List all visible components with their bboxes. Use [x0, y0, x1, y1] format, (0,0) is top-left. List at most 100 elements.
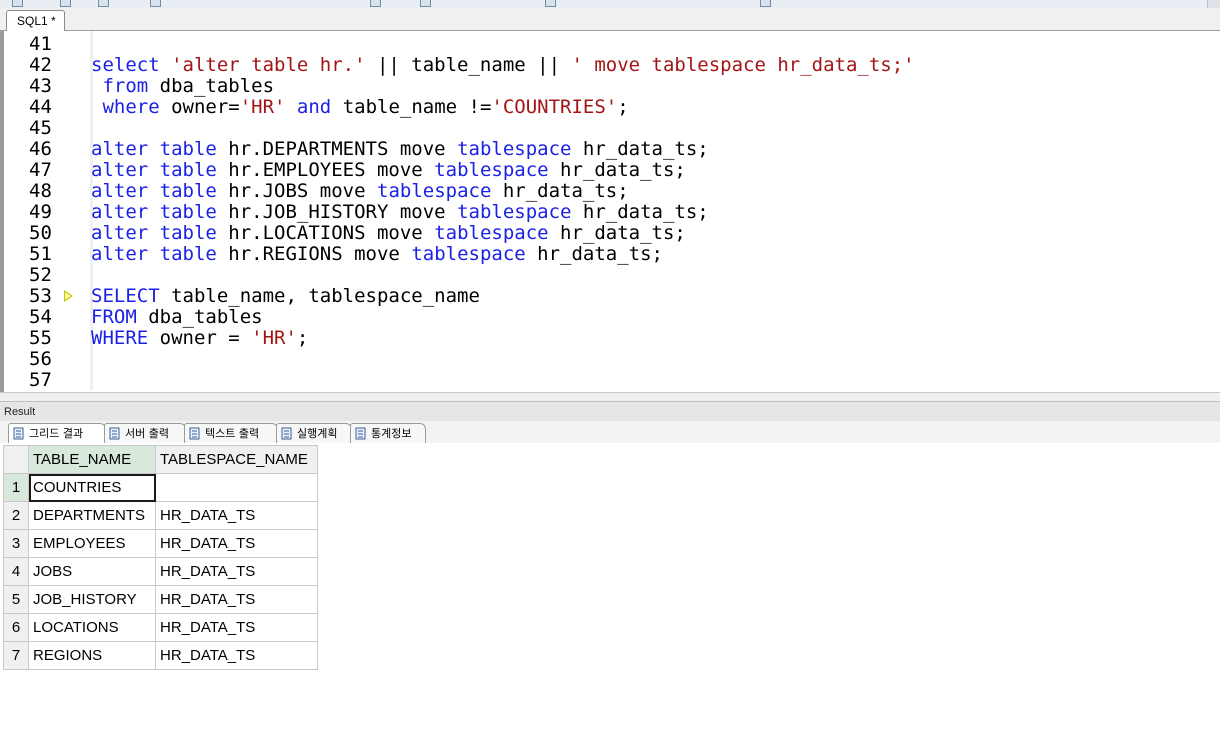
- code-line[interactable]: 44 where owner='HR' and table_name !='CO…: [4, 97, 1204, 118]
- code-text[interactable]: alter table hr.REGIONS move tablespace h…: [91, 244, 663, 265]
- result-tab[interactable]: 통계정보: [350, 423, 426, 443]
- row-number[interactable]: 7: [3, 641, 29, 670]
- table-row[interactable]: 5 JOB_HISTORY HR_DATA_TS: [3, 585, 318, 614]
- code-text[interactable]: alter table hr.JOB_HISTORY move tablespa…: [91, 202, 709, 223]
- toolbar-icon[interactable]: [545, 0, 556, 7]
- cell-tablespace-name[interactable]: [155, 473, 318, 502]
- line-number: 44: [29, 96, 52, 118]
- column-header-table-name[interactable]: TABLE_NAME: [28, 445, 156, 474]
- code-text[interactable]: alter table hr.DEPARTMENTS move tablespa…: [91, 139, 709, 160]
- cell-table-name[interactable]: LOCATIONS: [28, 613, 156, 642]
- table-row[interactable]: 2 DEPARTMENTS HR_DATA_TS: [3, 501, 318, 530]
- sql-token: owner=: [171, 96, 240, 118]
- row-number[interactable]: 4: [3, 557, 29, 586]
- execution-plan-icon: [281, 427, 292, 440]
- result-tab[interactable]: 텍스트 출력: [184, 423, 278, 443]
- toolbar-icon[interactable]: [150, 0, 161, 7]
- code-line[interactable]: 41: [4, 34, 1204, 55]
- toolbar-icon[interactable]: [60, 0, 71, 7]
- result-tab[interactable]: 서버 출력: [104, 423, 186, 443]
- line-number: 42: [29, 54, 52, 76]
- sql-token: hr.DEPARTMENTS move: [228, 138, 458, 160]
- code-line[interactable]: 49 alter table hr.JOB_HISTORY move tables…: [4, 202, 1204, 223]
- line-number: 49: [29, 201, 52, 223]
- row-number[interactable]: 3: [3, 529, 29, 558]
- line-number: 50: [29, 222, 52, 244]
- toolbar-icon[interactable]: [12, 0, 23, 7]
- toolbar-scroll-button[interactable]: [1207, 0, 1220, 8]
- code-line[interactable]: 47 alter table hr.EMPLOYEES move tablespa…: [4, 160, 1204, 181]
- toolbar-icon[interactable]: [760, 0, 771, 7]
- grid-corner[interactable]: [3, 445, 29, 474]
- code-line[interactable]: 50 alter table hr.LOCATIONS move tablespa…: [4, 223, 1204, 244]
- code-line[interactable]: 45: [4, 118, 1204, 139]
- result-tab[interactable]: 그리드 결과: [8, 423, 106, 443]
- code-text[interactable]: where owner='HR' and table_name !='COUNT…: [91, 96, 628, 118]
- cell-table-name[interactable]: DEPARTMENTS: [28, 501, 156, 530]
- sql-token: table_name, tablespace_name: [171, 285, 480, 307]
- row-number[interactable]: 6: [3, 613, 29, 642]
- table-row[interactable]: 4 JOBS HR_DATA_TS: [3, 557, 318, 586]
- sql-keyword: select: [91, 54, 172, 76]
- editor-splitter[interactable]: [0, 392, 1220, 401]
- code-line[interactable]: 51 alter table hr.REGIONS move tablespace…: [4, 244, 1204, 265]
- sql-token: hr_data_ts;: [571, 201, 709, 223]
- cell-tablespace-name[interactable]: HR_DATA_TS: [155, 585, 318, 614]
- toolbar-icon[interactable]: [420, 0, 431, 7]
- sql-editor[interactable]: 41 42 select 'alter table hr.' || table_na…: [0, 31, 1220, 393]
- sql-keyword: alter table: [91, 180, 229, 202]
- column-header-tablespace-name[interactable]: TABLESPACE_NAME: [155, 445, 318, 474]
- code-line[interactable]: 42 select 'alter table hr.' || table_name…: [4, 55, 1204, 76]
- cell-table-name[interactable]: EMPLOYEES: [28, 529, 156, 558]
- code-text[interactable]: alter table hr.EMPLOYEES move tablespace…: [91, 160, 686, 181]
- sql-keyword: tablespace: [411, 243, 526, 265]
- row-number[interactable]: 5: [3, 585, 29, 614]
- row-number[interactable]: 2: [3, 501, 29, 530]
- toolbar-icon[interactable]: [98, 0, 109, 7]
- sql-keyword: alter table: [91, 222, 229, 244]
- code-line[interactable]: 57: [4, 370, 1204, 391]
- code-text[interactable]: alter table hr.JOBS move tablespace hr_d…: [91, 181, 629, 202]
- code-text[interactable]: from dba_tables: [91, 76, 274, 97]
- sql-keyword: from: [91, 75, 160, 97]
- cell-table-name[interactable]: JOBS: [28, 557, 156, 586]
- row-number[interactable]: 1: [3, 473, 29, 502]
- sql-token: hr.JOBS move: [228, 180, 377, 202]
- sql-token: table_name !=: [342, 96, 492, 118]
- code-line[interactable]: 53 SELECT table_name, tablespace_name: [4, 286, 1204, 307]
- code-line[interactable]: 56: [4, 349, 1204, 370]
- code-line[interactable]: 52: [4, 265, 1204, 286]
- cell-table-name[interactable]: JOB_HISTORY: [28, 585, 156, 614]
- code-text[interactable]: FROM dba_tables: [91, 307, 263, 328]
- result-tab[interactable]: 실행계획: [276, 423, 352, 443]
- code-line[interactable]: 46 alter table hr.DEPARTMENTS move tables…: [4, 139, 1204, 160]
- toolbar-icon[interactable]: [370, 0, 381, 7]
- table-row[interactable]: 3 EMPLOYEES HR_DATA_TS: [3, 529, 318, 558]
- code-line[interactable]: 54 FROM dba_tables: [4, 307, 1204, 328]
- table-row[interactable]: 7 REGIONS HR_DATA_TS: [3, 641, 318, 670]
- code-line[interactable]: 55 WHERE owner = 'HR';: [4, 328, 1204, 349]
- code-text[interactable]: select 'alter table hr.' || table_name |…: [91, 55, 915, 76]
- code-text[interactable]: SELECT table_name, tablespace_name: [91, 286, 480, 307]
- cell-table-name[interactable]: REGIONS: [28, 641, 156, 670]
- table-row[interactable]: 1 COUNTRIES: [3, 473, 318, 502]
- cell-tablespace-name[interactable]: HR_DATA_TS: [155, 501, 318, 530]
- sql-keyword: alter table: [91, 159, 229, 181]
- sql-token: hr.LOCATIONS move: [228, 222, 435, 244]
- code-text[interactable]: WHERE owner = 'HR';: [91, 328, 308, 349]
- sql-token: hr_data_ts;: [548, 222, 686, 244]
- editor-tabbar: SQL1 *: [0, 8, 1220, 31]
- code-line[interactable]: 48 alter table hr.JOBS move tablespace hr…: [4, 181, 1204, 202]
- code-line[interactable]: 43 from dba_tables: [4, 76, 1204, 97]
- cell-tablespace-name[interactable]: HR_DATA_TS: [155, 613, 318, 642]
- code-text[interactable]: alter table hr.LOCATIONS move tablespace…: [91, 223, 686, 244]
- sql-keyword: alter table: [91, 138, 229, 160]
- table-row[interactable]: 6 LOCATIONS HR_DATA_TS: [3, 613, 318, 642]
- tab-sql1[interactable]: SQL1 *: [6, 10, 65, 31]
- sql-keyword: alter table: [91, 201, 229, 223]
- cell-tablespace-name[interactable]: HR_DATA_TS: [155, 529, 318, 558]
- cell-tablespace-name[interactable]: HR_DATA_TS: [155, 641, 318, 670]
- cell-tablespace-name[interactable]: HR_DATA_TS: [155, 557, 318, 586]
- cell-table-name[interactable]: COUNTRIES: [28, 473, 156, 502]
- line-number: 54: [29, 306, 52, 328]
